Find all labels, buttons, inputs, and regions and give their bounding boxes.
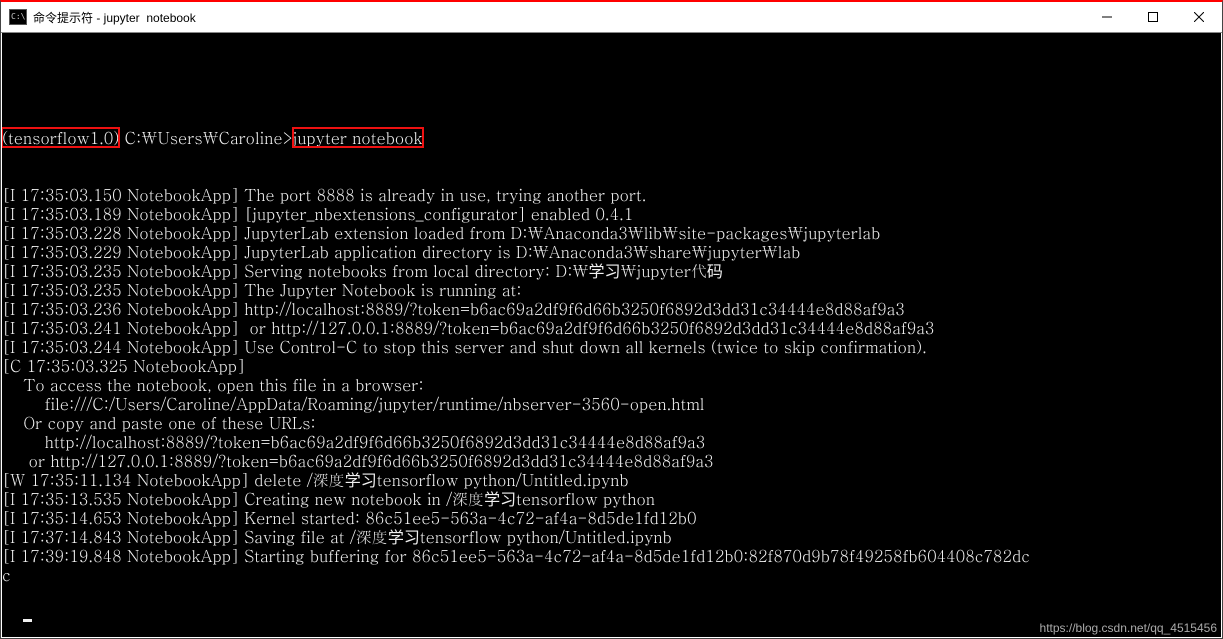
prompt-line: (tensorflow1.0) C:\Users\Caroline>jupyte…	[2, 128, 1221, 147]
window-title: 命令提示符 - jupyter notebook	[33, 9, 196, 26]
close-button[interactable]	[1176, 2, 1222, 32]
cmd-icon	[9, 9, 27, 25]
titlebar[interactable]: 命令提示符 - jupyter notebook	[1, 2, 1222, 33]
terminal-area[interactable]: (tensorflow1.0) C:\Users\Caroline>jupyte…	[2, 33, 1221, 637]
maximize-button[interactable]	[1130, 2, 1176, 32]
log-line: c	[2, 565, 1221, 584]
cursor	[23, 619, 32, 622]
log-line: [I 17:39:19.848 NotebookApp] Starting bu…	[2, 546, 1221, 565]
minimize-button[interactable]	[1084, 2, 1130, 32]
path-prompt: C:\Users\Caroline>	[119, 128, 292, 147]
command-input: jupyter notebook	[293, 128, 423, 147]
blank-line	[2, 71, 1221, 90]
env-badge: (tensorflow1.0)	[2, 128, 119, 147]
watermark: https://blog.csdn.net/qq_4515456	[1040, 621, 1217, 635]
window-frame: 命令提示符 - jupyter notebook (tensorflow1.0)…	[0, 0, 1223, 639]
